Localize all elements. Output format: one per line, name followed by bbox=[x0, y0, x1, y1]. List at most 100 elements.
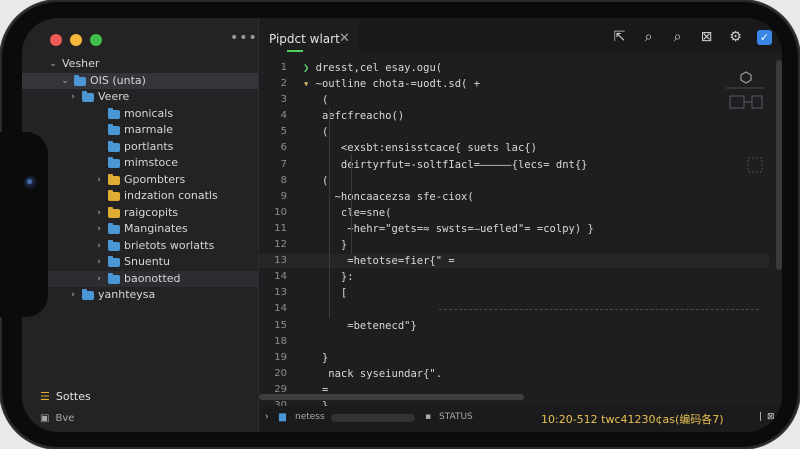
search-alt-icon[interactable]: ⌕ bbox=[670, 30, 685, 45]
sidebar-tree-item[interactable]: › brietots worlatts bbox=[22, 238, 258, 255]
code-line[interactable]: ( bbox=[303, 92, 703, 108]
vertical-scrollbar[interactable] bbox=[776, 60, 782, 270]
app-window: ••• ⌄ Vesher ⌄ OIS (unta) › Veere monicals marm… bbox=[22, 18, 782, 432]
flag-icon[interactable]: ⊠ bbox=[767, 412, 775, 422]
chevron-down-icon[interactable]: ⌄ bbox=[48, 56, 58, 73]
horizontal-scrollbar[interactable] bbox=[259, 394, 524, 400]
sidebar-footer-secondary[interactable]: ▣ Bve bbox=[40, 413, 240, 424]
code-text: <exsbt:ensisstcace{ suets lac{) bbox=[309, 142, 537, 155]
status-left-label[interactable]: netess bbox=[295, 412, 325, 422]
chevron-right-icon[interactable]: › bbox=[94, 221, 104, 238]
cursor-position[interactable]: 10:20-512 twc41230¢as(编码各7) bbox=[541, 411, 724, 427]
sidebar-tree-item[interactable]: › yanhteysa bbox=[22, 287, 258, 304]
sidebar-tree-item[interactable]: marmale bbox=[22, 122, 258, 139]
sidebar-item-label: OIS (unta) bbox=[90, 73, 146, 87]
folder-icon bbox=[108, 190, 120, 201]
minimap[interactable] bbox=[720, 66, 770, 186]
sidebar-tree-item[interactable]: indzation conatls bbox=[22, 188, 258, 205]
sidebar-tree-item[interactable]: ⌄ OIS (unta) bbox=[22, 72, 258, 90]
code-line[interactable]: aefcfreacho() bbox=[303, 108, 703, 124]
line-number: 13 bbox=[274, 255, 287, 267]
line-number: 20 bbox=[274, 367, 287, 379]
code-line[interactable]: =betenecd"} bbox=[303, 318, 703, 334]
sidebar-tree-item[interactable]: › raigcopits bbox=[22, 205, 258, 222]
status-bar: › ▆ netess ▪ STATUS 10:20-512 twc41230¢a… bbox=[259, 406, 782, 432]
more-options-icon[interactable]: ••• bbox=[230, 30, 258, 46]
sidebar-footer-primary[interactable]: ☰ Sottes bbox=[40, 390, 240, 403]
code-line[interactable]: nack syseiundar{". bbox=[303, 366, 703, 382]
line-number: 12 bbox=[274, 239, 287, 251]
code-line[interactable]: ~hehr="gets=≈ swsts=–uefled"= =colpy) } bbox=[303, 221, 703, 237]
code-text: =betenecd"} bbox=[309, 319, 417, 332]
code-line[interactable]: ( bbox=[303, 124, 703, 140]
chevron-right-icon[interactable]: › bbox=[94, 271, 104, 288]
sidebar-tree-item[interactable]: › Snuentu bbox=[22, 254, 258, 271]
code-line[interactable]: =hetotse=fier{" = bbox=[303, 253, 703, 269]
line-number-gutter: 1234567891011121314131415181920293034 bbox=[259, 60, 287, 430]
share-icon[interactable]: ⇱ bbox=[612, 30, 627, 45]
folder-icon bbox=[108, 223, 120, 234]
code-line[interactable]: cle=sne( bbox=[303, 205, 703, 221]
sidebar-tree-item[interactable]: ⌄ Vesher bbox=[22, 56, 258, 73]
code-text: ~hehr="gets=≈ swsts=–uefled"= =colpy) } bbox=[309, 222, 594, 235]
code-line[interactable]: ~honcaacezsa sfe-ciox( bbox=[303, 189, 703, 205]
chevron-right-icon[interactable]: › bbox=[68, 287, 78, 304]
search-icon[interactable]: ⌕ bbox=[641, 30, 656, 45]
sidebar-tree-item[interactable]: mimstoce bbox=[22, 155, 258, 172]
chevron-right-icon[interactable]: › bbox=[94, 238, 104, 255]
sidebar-tree-item[interactable]: › Veere bbox=[22, 89, 258, 106]
editor-tab[interactable]: Pipdct wlart ✕ bbox=[259, 18, 359, 52]
chevron-right-icon[interactable]: › bbox=[94, 172, 104, 189]
code-text: =hetotse=fier{" = bbox=[309, 255, 455, 268]
minimize-window-button[interactable] bbox=[70, 34, 82, 46]
code-line[interactable]: ❯ dresst,cel esay.ogu( bbox=[303, 60, 703, 76]
folder-icon bbox=[108, 272, 120, 284]
folder-icon bbox=[108, 206, 120, 218]
line-number: 9 bbox=[280, 190, 287, 202]
code-line[interactable]: ▾ ~outline chota-=uodt.sd( + bbox=[303, 76, 703, 92]
code-line[interactable] bbox=[303, 334, 703, 350]
sidebar-item-label: baonotted bbox=[124, 271, 181, 285]
sidebar-tree-item[interactable]: › Manginates bbox=[22, 221, 258, 238]
close-window-button[interactable] bbox=[50, 34, 62, 46]
save-icon: ▣ bbox=[40, 413, 50, 424]
indent-guide bbox=[329, 108, 330, 318]
sidebar-item-label: Manginates bbox=[124, 222, 188, 235]
close-tab-icon[interactable]: ✕ bbox=[339, 18, 350, 60]
code-line[interactable]: }: bbox=[303, 269, 703, 285]
sidebar-tree-item[interactable]: › Gpombters bbox=[22, 172, 258, 189]
chevron-right-icon[interactable]: › bbox=[94, 254, 104, 271]
line-number: 14 bbox=[274, 303, 287, 315]
status-middle-label[interactable]: STATUS bbox=[439, 412, 473, 422]
sidebar-item-label: yanhteysa bbox=[98, 288, 156, 301]
chevron-down-icon[interactable]: ⌄ bbox=[60, 73, 70, 90]
code-line[interactable]: } bbox=[303, 350, 703, 366]
chevron-right-icon[interactable]: › bbox=[94, 205, 104, 222]
tab-indicator bbox=[287, 50, 303, 52]
code-line[interactable]: [ bbox=[303, 285, 703, 301]
code-line[interactable]: ( bbox=[303, 173, 703, 189]
gear-icon[interactable]: ⚙ bbox=[728, 30, 743, 45]
sidebar-tree-item[interactable]: monicals bbox=[22, 106, 258, 123]
code-text: }: bbox=[309, 271, 354, 284]
image-x-icon[interactable]: ⊠ bbox=[699, 30, 714, 45]
chevron-right-icon[interactable]: › bbox=[68, 89, 78, 106]
folder-icon bbox=[108, 124, 120, 135]
code-line[interactable]: deirtyrfut=-soltfIacl=–––––{lecs= dnt{} bbox=[303, 157, 703, 173]
sidebar-tree-item[interactable]: › baonotted bbox=[22, 270, 258, 288]
pipe-icon[interactable]: | bbox=[759, 412, 762, 422]
code-text: dresst,cel esay.ogu( bbox=[315, 62, 443, 74]
sidebar-tree-item[interactable]: portlants bbox=[22, 139, 258, 156]
code-line[interactable]: } bbox=[303, 237, 703, 253]
code-area[interactable]: ❯ dresst,cel esay.ogu(▾ ~outline chota-=… bbox=[303, 60, 703, 430]
sidebar: ••• ⌄ Vesher ⌄ OIS (unta) › Veere monicals marm… bbox=[22, 18, 259, 432]
code-line[interactable]: <exsbt:ensisstcace{ suets lac{) bbox=[303, 140, 703, 156]
folder-icon bbox=[108, 157, 120, 168]
status-chevron-icon[interactable]: › bbox=[265, 412, 269, 422]
folder-icon bbox=[108, 107, 120, 119]
sidebar-item-label: marmale bbox=[124, 123, 174, 136]
check-badge-icon[interactable]: ✓ bbox=[757, 30, 772, 45]
maximize-window-button[interactable] bbox=[90, 34, 102, 46]
folder-icon bbox=[108, 256, 120, 267]
folder-icon bbox=[108, 239, 120, 251]
